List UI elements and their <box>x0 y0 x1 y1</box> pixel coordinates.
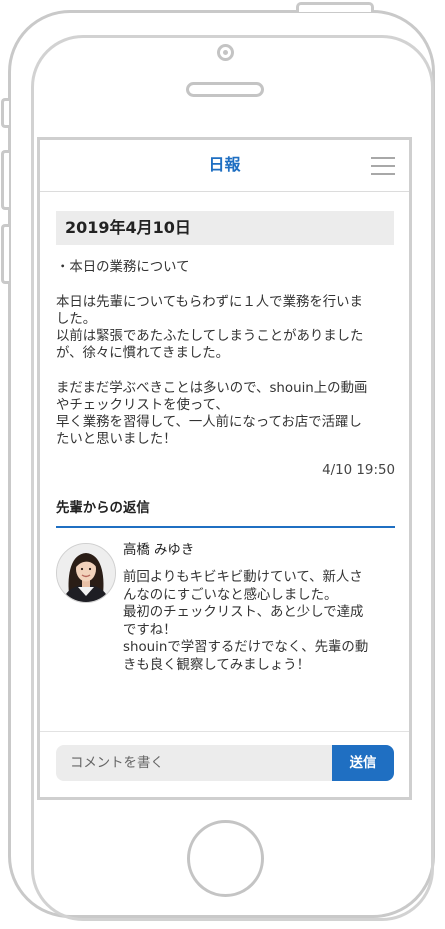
volume-down-button <box>1 224 9 284</box>
app-header: 日報 <box>40 140 409 192</box>
commenter-name: 高橋 みゆき <box>123 543 195 558</box>
report-line: 早く業務を習得して、一人前になってお店で活躍し <box>56 415 362 430</box>
report-date: 2019年4月10日 <box>56 211 394 245</box>
report-line: ・本日の業務について <box>56 260 190 275</box>
composer-divider <box>40 731 409 732</box>
send-button[interactable]: 送信 <box>332 745 394 781</box>
front-camera-icon <box>217 44 234 61</box>
replies-divider <box>56 526 395 528</box>
report-timestamp: 4/10 19:50 <box>322 463 395 478</box>
report-line: たいと思いました！ <box>56 432 177 447</box>
mute-switch <box>1 98 9 128</box>
report-line: が、徐々に慣れてきました。 <box>56 346 230 361</box>
report-line: やチェックリストを使って、 <box>56 398 229 413</box>
power-button <box>296 2 374 12</box>
earpiece-speaker <box>186 82 264 97</box>
volume-up-button <box>1 150 9 210</box>
page-title: 日報 <box>208 155 241 174</box>
comment-line: んなのにすごいなと感心しました。 <box>123 587 338 603</box>
avatar-woman-photo <box>57 544 115 602</box>
replies-heading: 先輩からの返信 <box>56 501 150 516</box>
home-button[interactable] <box>187 820 264 897</box>
avatar[interactable] <box>56 543 116 603</box>
report-line: した。 <box>56 312 97 327</box>
report-line: まだまだ学ぶべきことは多いので、shouin上の動画 <box>56 381 368 396</box>
comment-line: shouinで学習するだけでなく、先輩の動 <box>123 640 369 655</box>
comment-line: 最初のチェックリスト、あと少しで達成 <box>123 605 364 620</box>
app-screen: 日報 2019年4月10日 ・本日の業務について 本日は先輩についてもらわずに１… <box>37 137 412 800</box>
report-line: 本日は先輩についてもらわずに１人で業務を行いま <box>56 295 363 310</box>
comment-input[interactable] <box>56 745 332 781</box>
comment-line: 前回よりもキビキビ動けていて、新人さ <box>123 570 363 585</box>
comment-line: ですね！ <box>123 622 177 638</box>
comment-line: きも良く観察してみましょう！ <box>123 657 311 673</box>
hamburger-menu-icon[interactable] <box>371 156 395 176</box>
report-line: 以前は緊張であたふたしてしまうことがありました <box>56 329 364 344</box>
